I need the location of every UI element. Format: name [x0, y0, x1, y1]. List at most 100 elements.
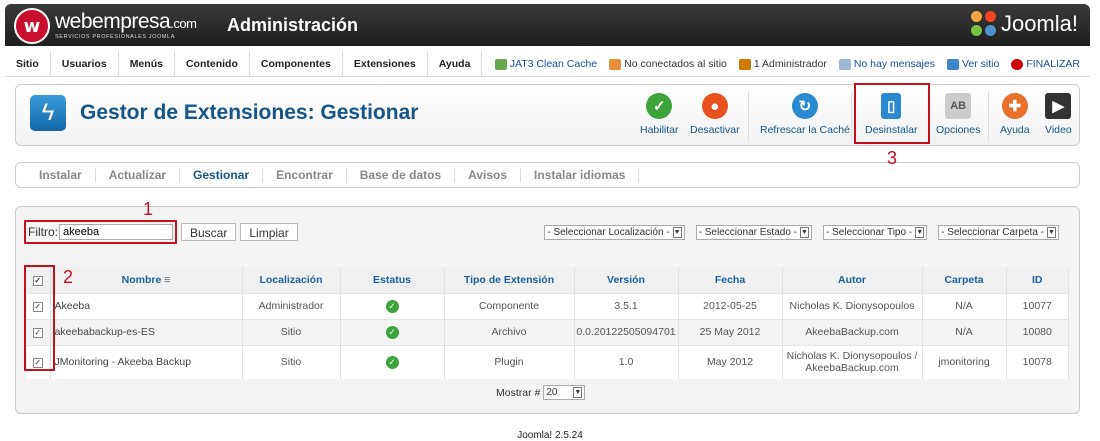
messages-label: No hay mensajes [853, 58, 935, 70]
col-tipo[interactable]: Tipo de Extensión [444, 267, 575, 293]
tab-avisos[interactable]: Avisos [455, 168, 522, 182]
extension-id: 10077 [1006, 292, 1069, 319]
refresh-cache-label: Refrescar la Caché [760, 124, 850, 136]
search-button[interactable]: Buscar [181, 223, 237, 241]
messages-link[interactable]: No hay mensajes [838, 58, 935, 70]
col-id[interactable]: ID [1006, 267, 1069, 293]
extensions-table: ✓ Nombre ≡ Localización Estatus Tipo de … [26, 267, 1069, 379]
options-icon: AB [945, 93, 972, 119]
state-select-value: - Seleccionar Estado - [698, 227, 798, 238]
menu-componentes[interactable]: Componentes [250, 50, 343, 77]
chevron-down-icon: ▼ [672, 227, 682, 238]
annotation-box-checkboxes [24, 265, 55, 371]
annotation-box-filter [24, 220, 177, 244]
tab-base-de-datos[interactable]: Base de datos [347, 168, 456, 182]
extension-location: Sitio [242, 318, 341, 345]
menu-ayuda[interactable]: Ayuda [428, 50, 483, 77]
joomla-mark-icon [970, 11, 997, 37]
clean-cache-link[interactable]: JAT3 Clean Cache [494, 58, 598, 70]
menu-menus[interactable]: Menús [119, 50, 175, 77]
tab-actualizar[interactable]: Actualizar [96, 168, 181, 182]
view-site-link[interactable]: Ver sitio [946, 58, 999, 70]
extension-version: 3.5.1 [574, 292, 679, 319]
annotation-number: 2 [63, 267, 74, 287]
logout-link[interactable]: FINALIZAR [1011, 58, 1080, 70]
extension-status[interactable]: ✓ [340, 344, 445, 379]
chevron-down-icon: ▼ [573, 387, 583, 398]
folder-select[interactable]: - Seleccionar Carpeta - ▼ [938, 225, 1059, 240]
webempresa-logo-icon: w [14, 8, 50, 44]
limit-select[interactable]: 20 ▼ [543, 385, 586, 400]
extension-id: 10078 [1006, 344, 1069, 379]
disable-label: Desactivar [690, 124, 740, 136]
type-select[interactable]: - Seleccionar Tipo - ▼ [823, 225, 928, 240]
col-nombre[interactable]: Nombre ≡ [50, 267, 243, 293]
status-bar: JAT3 Clean Cache No conectados al sitio … [494, 51, 1080, 77]
author-line: Nicholas K. Dionysopoulos / [786, 350, 918, 363]
extension-date: 2012-05-25 [678, 292, 783, 319]
col-nombre-label: Nombre [121, 273, 162, 286]
toolbar-divider [988, 91, 989, 141]
state-select[interactable]: - Seleccionar Estado - ▼ [695, 225, 813, 240]
logout-icon [1011, 58, 1024, 70]
help-button[interactable]: ✚ Ayuda [1000, 93, 1030, 136]
clear-button[interactable]: Limpiar [240, 223, 298, 241]
extension-author: AkeebaBackup.com [782, 318, 923, 345]
menu-sitio[interactable]: Sitio [5, 50, 51, 77]
menu-contenido[interactable]: Contenido [175, 50, 250, 77]
refresh-cache-button[interactable]: ↻ Refrescar la Caché [760, 93, 850, 136]
col-localizacion[interactable]: Localización [242, 267, 341, 293]
extension-date: 25 May 2012 [678, 318, 783, 345]
extension-name: akeebabackup-es-ES [50, 318, 243, 345]
tab-gestionar[interactable]: Gestionar [180, 168, 264, 182]
enable-button[interactable]: ✓ Habilitar [640, 93, 679, 136]
brand-tagline: SERVICIOS PROFESIONALES JOOMLA [55, 34, 175, 40]
pagination: Mostrar # 20 ▼ [496, 385, 586, 400]
options-label: Opciones [936, 124, 981, 136]
col-estatus[interactable]: Estatus [340, 267, 445, 293]
extension-author: Nicholas K. Dionysopoulos / AkeebaBackup.… [782, 344, 923, 379]
enable-label: Habilitar [640, 124, 679, 136]
refresh-icon: ↻ [791, 93, 818, 119]
col-carpeta[interactable]: Carpeta [922, 267, 1007, 293]
enabled-check-icon: ✓ [385, 355, 399, 369]
extension-version: 0.0.20122505094701 [574, 318, 679, 345]
extension-date: May 2012 [678, 344, 783, 379]
lifebuoy-icon: ✚ [1001, 93, 1028, 119]
col-fecha: Fecha [678, 267, 783, 293]
chevron-down-icon: ▼ [800, 227, 810, 238]
admin-user-icon [738, 58, 751, 70]
enabled-check-icon: ✓ [385, 325, 399, 339]
tab-instalar[interactable]: Instalar [26, 168, 96, 182]
menu-extensiones[interactable]: Extensiones [343, 50, 428, 77]
mail-icon [838, 58, 851, 70]
author-line: AkeebaBackup.com [805, 362, 899, 375]
chevron-down-icon: ▼ [915, 227, 925, 238]
disable-icon: ● [701, 93, 728, 119]
annotation-box-uninstall [854, 83, 930, 144]
pager-label: Mostrar # [496, 386, 541, 399]
options-button[interactable]: AB Opciones [936, 93, 980, 136]
menu-usuarios[interactable]: Usuarios [51, 50, 119, 77]
extension-type: Plugin [444, 344, 575, 379]
logout-label: FINALIZAR [1026, 58, 1080, 70]
extension-type: Componente [444, 292, 575, 319]
monitor-icon [946, 58, 959, 70]
extension-id: 10080 [1006, 318, 1069, 345]
toolbar-divider [851, 91, 852, 141]
video-button[interactable]: ▶ Video [1045, 93, 1072, 136]
location-select[interactable]: - Seleccionar Localización - ▼ [544, 225, 685, 240]
annotation-number: 3 [887, 148, 898, 168]
disable-button[interactable]: ● Desactivar [690, 93, 740, 136]
clean-cache-label: JAT3 Clean Cache [509, 58, 598, 70]
tab-instalar-idiomas[interactable]: Instalar idiomas [521, 168, 640, 182]
extension-status[interactable]: ✓ [340, 318, 445, 345]
admins-status: 1 Administrador [738, 58, 827, 70]
video-label: Video [1045, 124, 1072, 136]
extension-status[interactable]: ✓ [340, 292, 445, 319]
type-select-value: - Seleccionar Tipo - [826, 227, 913, 238]
tab-encontrar[interactable]: Encontrar [263, 168, 347, 182]
joomla-logo-text: Joomla! [1000, 11, 1078, 36]
brand-name: webempresa [55, 10, 171, 33]
annotation-number: 1 [143, 199, 154, 219]
